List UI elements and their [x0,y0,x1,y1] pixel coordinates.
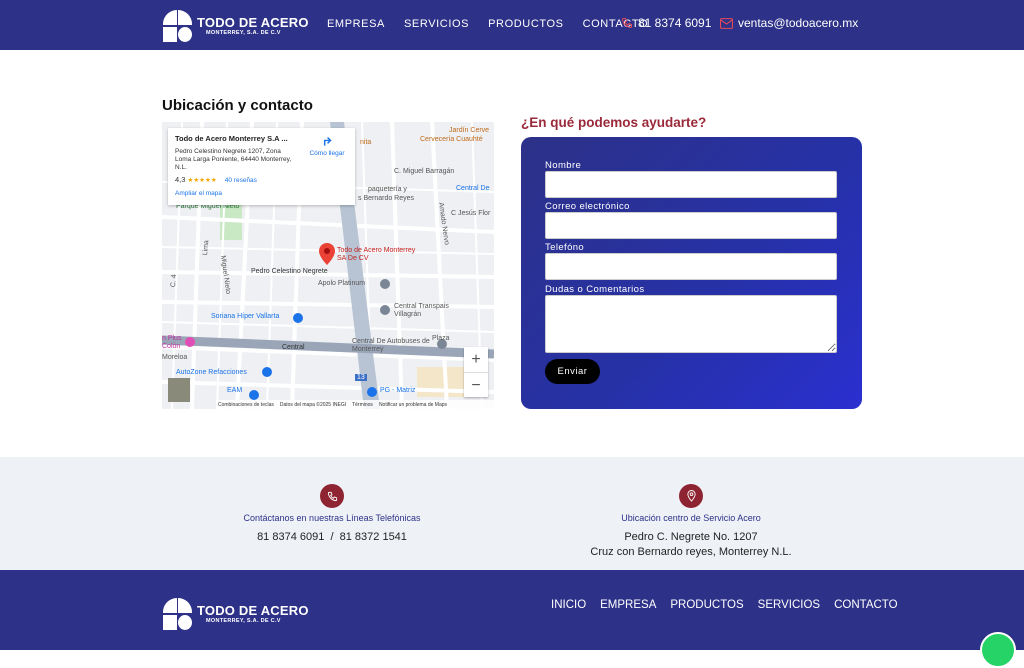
footer-brand-tagline: MONTERREY, S.A. DE C.V [206,617,281,624]
location-caption: Ubicación centro de Servicio Acero [621,513,761,523]
map-label: Plaza [432,335,450,342]
map-footer-shortcuts[interactable]: Combinaciones de teclas [218,402,274,408]
footer-nav-contacto[interactable]: CONTACTO [834,599,897,611]
map-label: Apolo Platinum [318,280,366,287]
name-label: Nombre [545,160,582,171]
map-label: C. 4 [170,274,179,288]
contact-form: Nombre Correo electrónico Telefóno Dudas… [521,137,862,409]
map-zoom-control: + − [464,347,488,397]
map-directions-button[interactable]: Cómo llegar [305,134,349,157]
logo-mark-icon [163,10,193,42]
email-field[interactable] [545,212,837,239]
map-label: Cervecería Cuauhté [420,136,483,143]
footer-nav-empresa[interactable]: EMPRESA [600,599,656,611]
comments-label: Dudas o Comentarios [545,284,645,295]
map-label: 13 [355,374,367,381]
map-footer-report[interactable]: Notificar un problema de Maps [379,402,447,408]
map-label: Moreloa [162,354,188,361]
map-zoom-out-button[interactable]: − [464,372,488,397]
header-email-text: ventas@todoacero.mx [738,16,859,30]
map-label: n Plus Colón [162,335,182,350]
map-zoom-in-button[interactable]: + [464,347,488,372]
footer-nav-productos[interactable]: PRODUCTOS [670,599,743,611]
map-enlarge-link[interactable]: Ampliar el mapa [175,190,348,197]
phone-field[interactable] [545,253,837,280]
map-reviews-link[interactable]: 40 reseñas [225,177,257,184]
brand-tagline: MONTERREY, S.A. DE C.V [206,29,281,36]
footer-nav-servicios[interactable]: SERVICIOS [758,599,820,611]
map-label: Pedro Celestino Negrete [251,268,328,275]
map-label: PG - Matriz [380,387,416,394]
location-line2: Cruz con Bernardo reyes, Monterrey N.L. [590,546,792,558]
header-email[interactable]: ventas@todoacero.mx [720,16,858,30]
map-label: Jardín Cerve [449,127,490,134]
map-label: Lima [202,239,211,256]
map-rating-value: 4,3 [175,175,186,184]
footer-brand-name: TODO DE ACERO [197,602,309,618]
star-rating-icon: ★★★★★ [187,177,217,184]
phones-value[interactable]: 81 8374 6091 / 81 8372 1541 [182,530,482,545]
section-title: Ubicación y contacto [162,97,313,114]
map-footer: Combinaciones de teclas Datos del mapa ©… [216,400,494,409]
logo[interactable]: TODO DE ACERO MONTERREY, S.A. DE C.V [163,10,309,42]
name-field[interactable] [545,171,837,198]
map-label: Central [282,344,305,351]
google-map[interactable]: Jardín Cerve Cervecería Cuauhté nita C. … [162,122,494,409]
map-footer-terms[interactable]: Términos [352,402,373,408]
map-pin-label: Todo de Acero Monterrey SA De CV [337,247,416,262]
brand-name: TODO DE ACERO [197,14,309,30]
email-label: Correo electrónico [545,201,630,212]
directions-icon [323,136,332,146]
map-label: C Jesús Flor [451,210,491,217]
phone-label: Telefóno [545,242,585,253]
map-directions-label: Cómo llegar [309,150,345,157]
submit-button[interactable]: Enviar [545,359,600,384]
phone-circle-icon [320,484,344,508]
map-label: EAM [227,387,243,394]
main-nav: EMPRESA SERVICIOS PRODUCTOS CONTACTO [327,18,648,30]
nav-servicios[interactable]: SERVICIOS [404,18,469,30]
map-footer-data: Datos del mapa ©2025 INEGI [279,401,347,408]
map-place-name: Todo de Acero Monterrey S.A ... [175,134,288,143]
info-phones: Contáctanos en nuestras Líneas Telefónic… [182,457,482,545]
site-header: TODO DE ACERO MONTERREY, S.A. DE C.V EMP… [0,0,1024,50]
footer-nav: INICIO EMPRESA PRODUCTOS SERVICIOS CONTA… [551,599,898,611]
header-phone-text: 81 8374 6091 [638,16,712,30]
contact-info-band: Contáctanos en nuestras Líneas Telefónic… [0,457,1024,570]
mail-icon [720,17,733,29]
map-label: nita [360,139,372,146]
map-label: C. Miguel Barragán [394,168,455,175]
map-label: paquetería y [368,186,407,193]
map-label: Central De Autobuses de Monterrey [352,338,430,353]
nav-empresa[interactable]: EMPRESA [327,18,385,30]
comments-field[interactable] [545,295,837,353]
location-pin-icon [679,484,703,508]
form-heading: ¿En qué podemos ayudarte? [521,115,707,130]
map-place-address: Pedro Celestino Negrete 1207, Zona Loma … [175,148,292,171]
location-line1: Pedro C. Negrete No. 1207 [624,531,758,543]
footer-logo[interactable]: TODO DE ACERO MONTERREY, S.A. DE C.V [163,598,309,630]
logo-mark-icon [163,598,193,630]
map-place-card: Todo de Acero Monterrey S.A ... Pedro Ce… [168,128,355,205]
map-label: s Bernardo Reyes [358,195,415,202]
map-label: Central Transpais Villagrán [394,303,449,318]
whatsapp-icon[interactable] [980,632,1016,668]
map-label: Central De [456,185,490,192]
phone-icon [621,18,632,29]
info-location: Ubicación centro de Servicio Acero Pedro… [541,457,841,560]
map-label: AutoZone Refacciones [176,369,247,376]
phones-caption: Contáctanos en nuestras Líneas Telefónic… [243,513,421,523]
site-footer: TODO DE ACERO MONTERREY, S.A. DE C.V INI… [0,570,1024,650]
footer-nav-inicio[interactable]: INICIO [551,599,586,611]
map-label: Soriana Híper Vallarta [211,313,280,320]
nav-productos[interactable]: PRODUCTOS [488,18,563,30]
header-phone[interactable]: 81 8374 6091 [621,16,711,30]
map-rating: 4,3 ★★★★★ 40 reseñas [175,175,348,184]
